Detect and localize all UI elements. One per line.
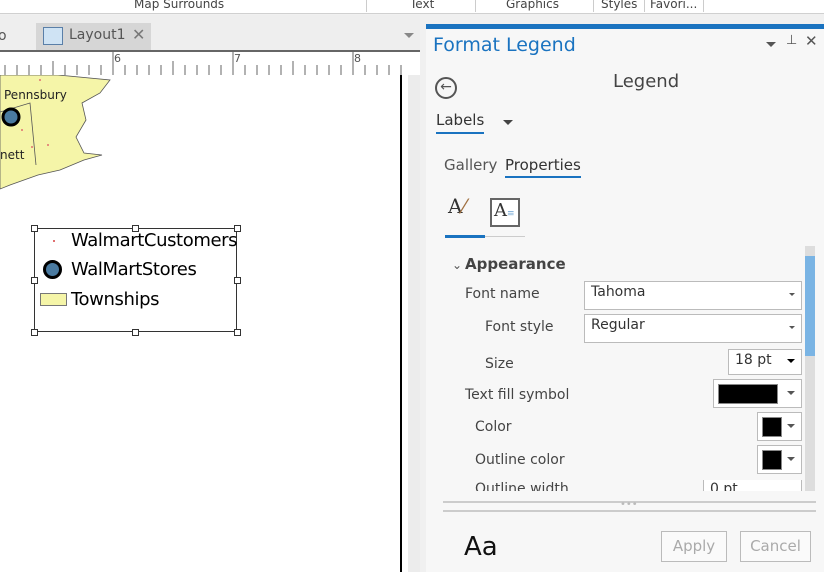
township-symbol — [40, 293, 67, 306]
font-style-dropdown[interactable]: Regular — [584, 314, 802, 343]
group-text: Text — [410, 0, 435, 11]
layout-icon — [43, 27, 63, 45]
resize-handle[interactable] — [132, 225, 139, 232]
group-favorites: Favori... — [650, 0, 698, 11]
walmart-store-point — [1, 107, 21, 127]
page-shadow — [408, 75, 420, 572]
outline-width-value: 0 pt — [710, 481, 738, 491]
size-label: Size — [485, 356, 514, 372]
tab-label: Layout1 — [69, 27, 126, 43]
outline-width-stepper[interactable]: 0 pt — [703, 480, 802, 491]
font-style-label: Font style — [485, 319, 554, 335]
splitter-line[interactable] — [443, 510, 816, 512]
customer-point — [31, 146, 33, 148]
legend-item: Townships — [71, 289, 160, 310]
resize-handle[interactable] — [31, 225, 38, 232]
pane-options-icon[interactable] — [766, 42, 776, 47]
pane-subtitle: Legend — [613, 71, 680, 92]
customer-point — [47, 144, 49, 146]
ruler-label: 7 — [234, 52, 241, 65]
apply-button[interactable]: Apply — [661, 531, 727, 562]
size-dropdown[interactable]: 18 pt — [728, 349, 802, 375]
legend-item: WalMartStores — [71, 259, 197, 280]
tab-gallery[interactable]: Gallery — [444, 156, 497, 174]
outline-color-label: Outline color — [475, 452, 565, 468]
legend-element[interactable]: WalmartCustomers WalMartStores Townships — [34, 228, 238, 332]
scrollbar-thumb[interactable] — [805, 256, 815, 356]
legend-item: WalmartCustomers — [71, 230, 238, 251]
subtab-divider — [485, 236, 525, 237]
text-symbol-icon[interactable]: A⁄ — [448, 194, 466, 218]
text-fill-symbol-picker[interactable] — [713, 379, 802, 408]
pin-icon[interactable]: ⊥ — [786, 33, 797, 48]
resize-handle[interactable] — [31, 329, 38, 336]
chevron-down-icon[interactable]: ⌄ — [452, 258, 462, 272]
resize-handle[interactable] — [234, 277, 241, 284]
place-label: nett — [0, 148, 25, 162]
font-name-value: Tahoma — [591, 284, 646, 300]
element-dropdown-icon[interactable] — [503, 120, 513, 125]
scrollbar[interactable] — [805, 246, 815, 491]
store-symbol — [43, 260, 62, 279]
group-graphics: Graphics — [506, 0, 559, 11]
resize-handle[interactable] — [234, 329, 241, 336]
text-preview: Aa — [464, 532, 498, 562]
customer-point — [39, 79, 41, 81]
tab-properties[interactable]: Properties — [505, 156, 581, 178]
font-style-value: Regular — [591, 317, 645, 333]
section-appearance[interactable]: Appearance — [465, 255, 566, 273]
ruler-label: 8 — [354, 52, 361, 65]
font-name-label: Font name — [465, 286, 540, 302]
back-arrow-icon[interactable]: ← — [435, 77, 457, 99]
outline-width-label: Outline width — [475, 481, 569, 491]
text-fill-symbol-label: Text fill symbol — [465, 387, 570, 403]
resize-handle[interactable] — [132, 329, 139, 336]
resize-handle[interactable] — [31, 277, 38, 284]
horizontal-ruler: 6 7 8 — [0, 50, 420, 75]
text-layout-icon[interactable]: A≡ — [490, 198, 520, 227]
ribbon-group-labels: Map Surrounds Text Graphics Styles Favor… — [0, 0, 824, 14]
group-map-surrounds: Map Surrounds — [134, 0, 225, 11]
view-tab-strip: o Layout1 ✕ — [0, 15, 420, 50]
tab-map-partial[interactable]: o — [0, 28, 7, 44]
color-picker[interactable] — [757, 412, 802, 441]
pane-title: Format Legend — [433, 34, 576, 56]
resize-handle[interactable] — [234, 225, 241, 232]
group-styles: Styles — [601, 0, 638, 11]
tab-overflow-dropdown-icon[interactable] — [404, 33, 414, 38]
color-label: Color — [475, 419, 512, 435]
place-label: Pennsbury — [4, 88, 67, 102]
tab-layout1[interactable]: Layout1 ✕ — [36, 23, 151, 50]
splitter-grip-icon[interactable]: ••• — [620, 499, 638, 510]
layout-view[interactable]: Pennsbury nett WalmartCustomers WalMartS… — [0, 75, 420, 572]
size-value: 18 pt — [735, 352, 772, 368]
outline-color-picker[interactable] — [757, 445, 802, 474]
active-subtab-indicator — [445, 235, 485, 238]
close-pane-icon[interactable]: ✕ — [805, 32, 818, 50]
cancel-button[interactable]: Cancel — [740, 531, 811, 562]
font-name-dropdown[interactable]: Tahoma — [584, 281, 802, 310]
ruler-label: 6 — [114, 52, 121, 65]
customer-symbol — [53, 240, 55, 242]
customer-point — [21, 129, 23, 131]
format-legend-pane: Format Legend ⊥ ✕ ← Legend Labels Galler… — [426, 24, 824, 572]
element-selector[interactable]: Labels — [436, 111, 485, 134]
close-icon[interactable]: ✕ — [132, 25, 145, 44]
outline-width-row-clipped: Outline width 0 pt — [466, 480, 806, 491]
